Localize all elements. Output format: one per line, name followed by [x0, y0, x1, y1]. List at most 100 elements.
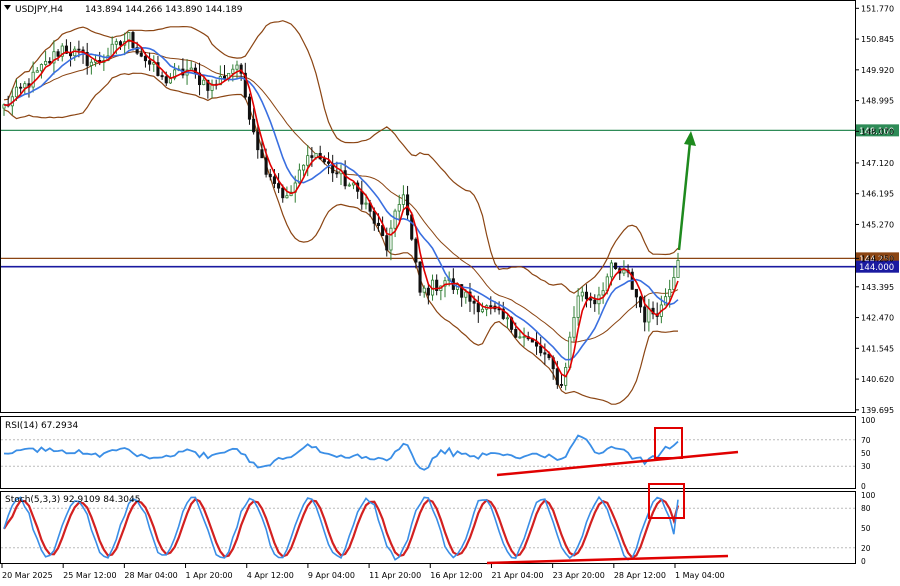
candle-body — [264, 157, 268, 175]
price-tick-label: 146.195 — [861, 190, 894, 199]
chart-window: 148.100144.250144.000 151.770150.845149.… — [0, 0, 899, 580]
stoch-label: Stoch(5,3,3) 92.9109 84.3045 — [5, 495, 140, 505]
candle-body — [247, 96, 252, 120]
candle-body — [189, 67, 193, 71]
candle-body — [256, 131, 260, 151]
candle-body — [634, 288, 638, 298]
candle-body — [522, 336, 526, 339]
candle-body — [543, 352, 547, 355]
candle-body — [376, 222, 380, 226]
candle-body — [576, 295, 580, 318]
candle-body — [56, 51, 60, 57]
candle-body — [310, 155, 314, 158]
stoch-tick-label: 80 — [861, 504, 871, 513]
price-tick-label: 149.920 — [861, 66, 894, 75]
stoch-tick-label: 20 — [861, 544, 871, 553]
time-tick-label: 9 Apr 04:00 — [308, 571, 355, 580]
candle-body — [489, 305, 493, 308]
candle-body — [335, 172, 339, 175]
candle-body — [426, 287, 430, 296]
candle-body — [306, 155, 310, 166]
level-price-label: 144.000 — [859, 263, 894, 273]
candle-body — [231, 68, 235, 74]
price-tick-label: 140.620 — [861, 375, 894, 384]
candle-body — [539, 345, 543, 354]
candle-body — [285, 195, 289, 199]
candle-body — [518, 336, 522, 339]
candle-body — [164, 76, 168, 84]
candle-body — [235, 64, 239, 70]
candle-body — [464, 291, 468, 298]
candle-body — [114, 41, 118, 45]
price-tick-label: 148.070 — [861, 127, 894, 136]
time-tick-label: 25 Mar 12:00 — [63, 571, 116, 580]
time-tick-label: 11 Apr 20:00 — [369, 571, 421, 580]
candle-body — [414, 238, 418, 263]
candle-body — [281, 187, 285, 199]
candle-body — [347, 184, 351, 187]
candle-body — [44, 60, 48, 65]
candle-body — [643, 306, 647, 323]
candle-body — [202, 79, 206, 86]
candle-body — [676, 260, 680, 278]
candle-body — [418, 261, 422, 293]
price-tick-label: 147.120 — [861, 159, 894, 168]
candle-body — [622, 269, 626, 274]
candle-body — [31, 71, 35, 88]
candle-body — [584, 291, 589, 300]
candle-body — [143, 55, 148, 62]
rsi-tick-label: 50 — [861, 449, 871, 458]
candle-body — [252, 118, 256, 133]
time-tick-label: 1 May 04:00 — [675, 571, 725, 580]
candle-body — [555, 368, 559, 385]
price-tick-label: 141.545 — [861, 344, 894, 353]
candle-body — [397, 204, 401, 212]
candle-body — [580, 291, 584, 297]
rsi-label: RSI(14) 67.2934 — [5, 421, 78, 431]
candle-body — [601, 290, 605, 296]
rsi-tick-label: 70 — [861, 436, 871, 445]
price-tick-label: 145.270 — [861, 220, 894, 229]
time-tick-label: 28 Apr 12:00 — [614, 571, 666, 580]
price-tick-label: 148.995 — [861, 97, 894, 106]
price-tick-label: 143.395 — [861, 283, 894, 292]
candle-body — [389, 227, 393, 251]
candle-body — [609, 262, 613, 278]
candle-body — [148, 60, 152, 65]
time-tick-label: 23 Apr 20:00 — [553, 571, 605, 580]
candle-body — [514, 329, 518, 338]
rsi-tick-label: 100 — [861, 416, 876, 425]
rsi-tick-label: 30 — [861, 462, 871, 471]
candle-body — [472, 300, 476, 304]
candle-body — [393, 210, 397, 229]
candle-body — [559, 384, 564, 386]
ohlc-values: 143.894 144.266 143.890 144.189 — [85, 5, 243, 15]
time-tick-label: 16 Apr 12:00 — [430, 571, 482, 580]
time-tick-label: 28 Mar 04:00 — [124, 571, 177, 580]
candle-body — [35, 70, 39, 73]
candle-body — [77, 48, 81, 51]
candle-body — [385, 235, 389, 251]
candle-body — [360, 190, 364, 205]
candle-body — [372, 210, 376, 224]
time-tick-label: 21 Apr 04:00 — [491, 571, 543, 580]
candle-body — [268, 173, 272, 178]
candle-body — [69, 52, 73, 57]
candle-body — [14, 86, 19, 98]
candle-body — [572, 317, 576, 338]
candle-body — [272, 176, 276, 184]
stoch-tick-label: 100 — [861, 491, 876, 500]
candle-body — [343, 170, 347, 187]
candle-body — [160, 75, 164, 78]
time-tick-label: 20 Mar 2025 — [2, 571, 53, 580]
candle-body — [322, 158, 326, 163]
stoch-tick-label: 0 — [861, 557, 866, 566]
candle-body — [131, 32, 135, 48]
price-tick-label: 139.695 — [861, 406, 894, 415]
stoch-tick-label: 50 — [861, 524, 871, 533]
candle-body — [19, 86, 23, 89]
candle-body — [89, 61, 93, 66]
candle-body — [23, 83, 27, 89]
time-tick-label: 1 Apr 20:00 — [186, 571, 233, 580]
candle-body — [302, 164, 306, 171]
